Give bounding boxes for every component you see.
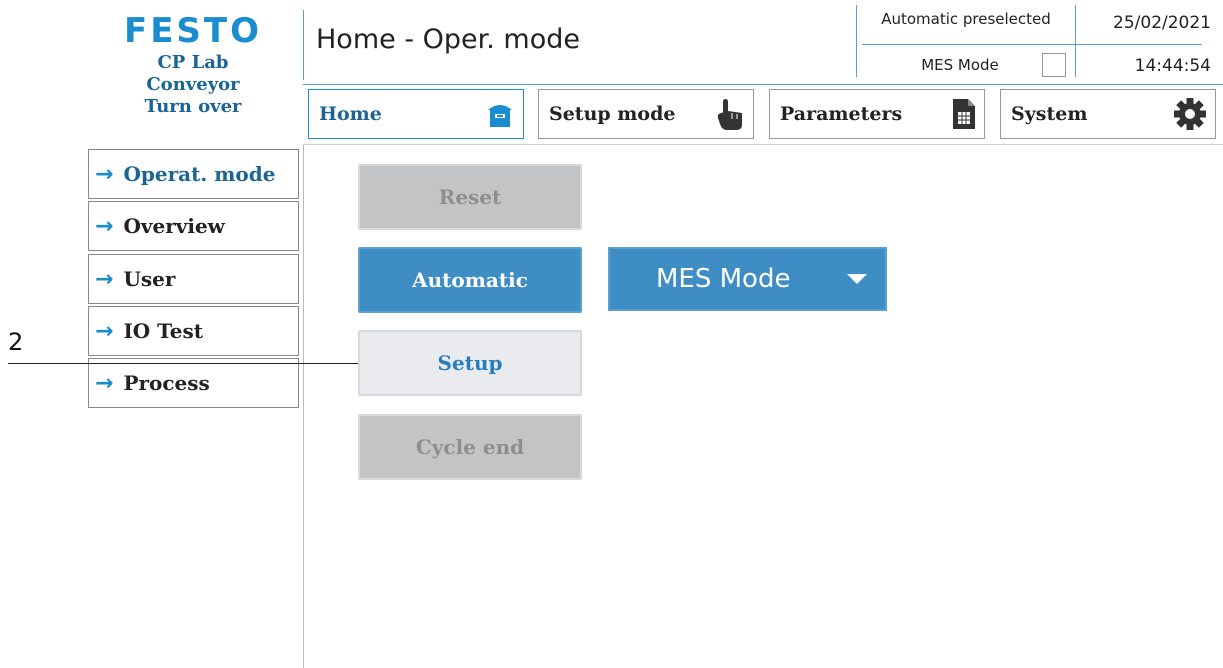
mode-select-value: MES Mode xyxy=(656,264,791,294)
automatic-button[interactable]: Automatic xyxy=(358,247,582,313)
home-icon xyxy=(485,99,515,129)
station-label-line1: CP Lab xyxy=(157,52,229,73)
nav-system-button[interactable]: System xyxy=(1000,89,1216,139)
hand-pointer-icon xyxy=(715,97,745,131)
arrow-right-icon: → xyxy=(95,370,114,396)
time-display: 14:44:54 xyxy=(1134,56,1211,76)
side-menu-user[interactable]: → User xyxy=(88,254,299,304)
status-divider xyxy=(862,44,1202,45)
nav-system-label: System xyxy=(1011,103,1088,125)
dropdown-arrow-icon xyxy=(847,274,867,284)
mode-select-dropdown[interactable]: MES Mode xyxy=(608,247,887,311)
side-menu-label: Process xyxy=(123,371,210,395)
side-menu-io-test[interactable]: → IO Test xyxy=(88,306,299,356)
cycle-end-button[interactable]: Cycle end xyxy=(358,414,582,480)
side-menu-label: IO Test xyxy=(123,319,203,343)
side-menu-operat-mode[interactable]: → Operat. mode xyxy=(88,149,299,199)
nav-parameters-label: Parameters xyxy=(780,103,903,125)
nav-setup-mode-label: Setup mode xyxy=(549,103,676,125)
station-label-line3: Turn over xyxy=(144,96,242,117)
datetime-separator xyxy=(1075,5,1076,77)
document-icon xyxy=(952,98,976,130)
page-title: Home - Oper. mode xyxy=(316,24,581,55)
arrow-right-icon: → xyxy=(95,266,114,292)
nav-setup-mode-button[interactable]: Setup mode xyxy=(538,89,754,139)
nav-home-label: Home xyxy=(319,103,382,125)
callout-number: 2 xyxy=(8,328,24,356)
reset-button[interactable]: Reset xyxy=(358,164,582,230)
arrow-right-icon: → xyxy=(95,213,114,239)
gear-icon xyxy=(1173,97,1207,131)
side-menu-label: Operat. mode xyxy=(123,162,276,186)
arrow-right-icon: → xyxy=(95,318,114,344)
nav-bottom-line xyxy=(303,144,1223,145)
mes-mode-checkbox[interactable] xyxy=(1042,53,1066,77)
station-label-line2: Conveyor xyxy=(146,74,240,95)
nav-home-button[interactable]: Home xyxy=(308,89,524,139)
side-menu-label: User xyxy=(123,267,176,291)
side-menu-process[interactable]: → Process xyxy=(88,358,299,408)
header-bottom-line xyxy=(303,84,1223,85)
callout-line xyxy=(8,363,358,364)
nav-parameters-button[interactable]: Parameters xyxy=(769,89,985,139)
festo-logo: FESTO xyxy=(123,11,263,51)
mes-mode-label: MES Mode xyxy=(921,56,999,74)
side-menu-overview[interactable]: → Overview xyxy=(88,201,299,251)
content-separator xyxy=(303,145,304,668)
header-separator xyxy=(303,10,304,80)
side-menu-label: Overview xyxy=(123,214,225,238)
arrow-right-icon: → xyxy=(95,161,114,187)
setup-button[interactable]: Setup xyxy=(358,330,582,396)
status-separator xyxy=(856,5,857,77)
date-display: 25/02/2021 xyxy=(1113,13,1211,33)
status-text: Automatic preselected xyxy=(881,10,1051,28)
